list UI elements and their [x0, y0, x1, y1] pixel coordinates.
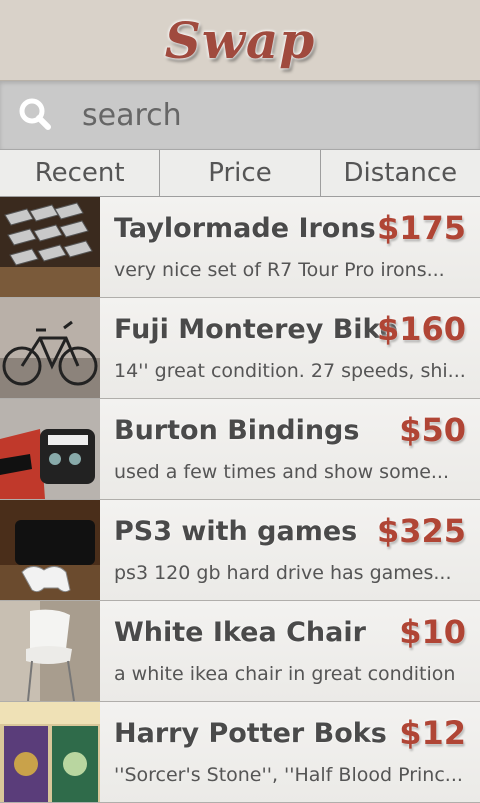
list-item[interactable]: PS3 with games $325 ps3 120 gb hard driv…: [0, 500, 480, 601]
listing-description: very nice set of R7 Tour Pro irons...: [114, 259, 445, 281]
listing-thumbnail: [0, 601, 100, 701]
listing-price: $50: [399, 411, 466, 449]
search-icon[interactable]: [6, 81, 66, 149]
list-item[interactable]: Harry Potter Boks $12 ''Sorcer's Stone''…: [0, 702, 480, 803]
listing-thumbnail: [0, 500, 100, 600]
search-bar: [0, 81, 480, 150]
list-item[interactable]: Burton Bindings $50 used a few times and…: [0, 399, 480, 500]
listing-title: White Ikea Chair: [114, 617, 366, 648]
listing-description: ''Sorcer's Stone'', ''Half Blood Princ..…: [114, 764, 463, 786]
listing-title: Taylormade Irons: [114, 213, 376, 244]
listing-title: PS3 with games: [114, 516, 358, 547]
listing-thumbnail: [0, 197, 100, 297]
listing-price: $325: [376, 512, 466, 550]
listing-description: ps3 120 gb hard drive has games...: [114, 562, 452, 584]
list-item[interactable]: White Ikea Chair $10 a white ikea chair …: [0, 601, 480, 702]
listing-thumbnail: [0, 399, 100, 499]
listing-list: Taylormade Irons $175 very nice set of R…: [0, 197, 480, 803]
tab-distance[interactable]: Distance: [321, 150, 480, 196]
tab-price[interactable]: Price: [160, 150, 321, 196]
listing-price: $160: [376, 310, 466, 348]
tab-recent[interactable]: Recent: [0, 150, 161, 196]
sort-tabs: Recent Price Distance: [0, 150, 480, 197]
listing-thumbnail: [0, 298, 100, 398]
list-item[interactable]: Taylormade Irons $175 very nice set of R…: [0, 197, 480, 298]
listing-description: used a few times and show some...: [114, 461, 450, 483]
search-input[interactable]: [80, 96, 464, 134]
listing-price: $175: [376, 209, 466, 247]
app-header: Swap: [0, 0, 480, 81]
app-logo: Swap: [164, 10, 316, 70]
listing-description: a white ikea chair in great condition: [114, 663, 456, 685]
listing-price: $12: [399, 714, 466, 752]
listing-title: Harry Potter Boks: [114, 718, 387, 749]
listing-description: 14'' great condition. 27 speeds, shi...: [114, 360, 466, 382]
listing-title: Fuji Monterey Bike: [114, 314, 399, 345]
listing-thumbnail: [0, 702, 100, 802]
list-item[interactable]: Fuji Monterey Bike $160 14'' great condi…: [0, 298, 480, 399]
listing-price: $10: [399, 613, 466, 651]
listing-title: Burton Bindings: [114, 415, 360, 446]
